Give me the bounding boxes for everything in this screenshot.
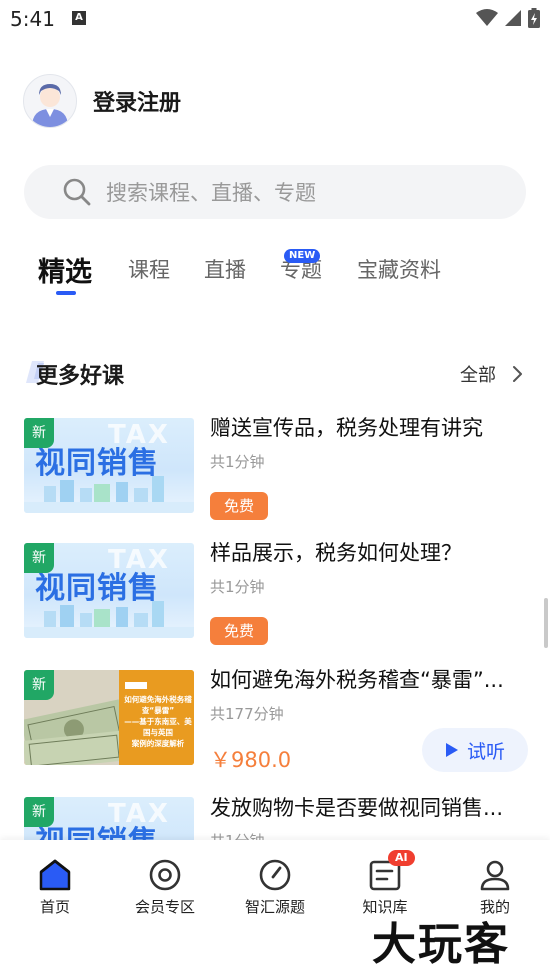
free-badge: 免费 <box>210 492 268 520</box>
thumb-title: 视同销售 <box>35 446 159 481</box>
course-thumbnail[interactable]: 如何避免海外税务稽查“暴雷” ——基于东南亚、美国与英国 案例的深度解析 新 <box>24 670 194 765</box>
tab-vip[interactable]: 会员专区 <box>115 858 215 917</box>
avatar-icon[interactable] <box>23 74 77 128</box>
section-title: 更多好课 <box>36 364 125 389</box>
course-title[interactable]: 赠送宣传品，税务处理有讲究 <box>210 412 528 442</box>
course-item[interactable]: TAX 视同销售 新 赠送宣传品，税务处理有讲究 共1分钟 免费 <box>24 416 528 520</box>
user-icon <box>480 860 510 891</box>
tab-topics[interactable]: 专题 NEW <box>280 249 322 284</box>
course-duration: 共1分钟 <box>210 578 265 596</box>
course-duration: 共1分钟 <box>210 453 265 471</box>
profile-login-row[interactable]: 登录注册 <box>23 74 181 128</box>
chevron-right-icon <box>513 366 522 382</box>
view-all-link[interactable]: 全部 <box>460 361 528 387</box>
notification-icon: A <box>72 11 86 25</box>
new-badge: NEW <box>284 249 321 263</box>
course-item[interactable]: TAX 视同销售 新 样品展示，税务如何处理？ 共1分钟 免费 <box>24 541 528 645</box>
tab-resources[interactable]: 宝藏资料 <box>357 254 441 284</box>
course-duration: 共1分钟 <box>210 830 265 840</box>
view-all-label: 全部 <box>460 365 496 386</box>
free-badge: 免费 <box>210 617 268 645</box>
tab-home[interactable]: 首页 <box>5 858 105 917</box>
signal-icon <box>505 10 521 26</box>
thumb-caption: 如何避免海外税务稽查“暴雷” ——基于东南亚、美国与英国 案例的深度解析 <box>124 694 192 749</box>
course-price: ￥980.0 <box>210 748 292 772</box>
course-duration: 共177分钟 <box>210 705 284 723</box>
course-title[interactable]: 发放购物卡是否要做视同销售... <box>210 797 528 822</box>
compass-icon <box>259 859 291 891</box>
status-bar: 5:41 A <box>0 0 550 38</box>
tab-label: 会员专区 <box>134 898 195 916</box>
tab-active-indicator <box>56 291 76 295</box>
new-tag: 新 <box>24 797 54 827</box>
thumb-caption-line: 如何避免海外税务稽查“暴雷” <box>124 695 192 715</box>
trial-label: 试听 <box>466 740 505 763</box>
search-placeholder: 搜索课程、直播、专题 <box>106 181 316 205</box>
wifi-icon <box>476 9 498 26</box>
course-thumbnail[interactable]: TAX 视同销售 新 <box>24 418 194 513</box>
trial-button[interactable]: 试听 <box>422 728 528 772</box>
section-header: 更多好课 全部 <box>24 355 528 395</box>
vip-target-icon <box>149 859 181 891</box>
course-item[interactable]: TAX 视同销售 新 发放购物卡是否要做视同销售... 共1分钟 <box>24 797 528 840</box>
status-time: 5:41 <box>10 7 55 31</box>
watermark-logo: 大玩客 <box>372 919 510 970</box>
course-thumbnail[interactable]: TAX 视同销售 新 <box>24 543 194 638</box>
course-title[interactable]: 如何避免海外税务稽查“暴雷”... <box>210 664 528 694</box>
tab-questions[interactable]: 智汇源题 <box>225 858 325 917</box>
tab-live[interactable]: 直播 <box>204 254 246 284</box>
tab-label: 智汇源题 <box>244 898 305 916</box>
play-icon <box>445 743 458 757</box>
home-icon <box>39 859 71 891</box>
search-icon <box>63 178 91 206</box>
tab-courses[interactable]: 课程 <box>128 254 170 284</box>
thumb-caption-line: 案例的深度解析 <box>131 739 185 748</box>
new-tag: 新 <box>24 670 54 700</box>
search-bar[interactable]: 搜索课程、直播、专题 <box>24 165 526 219</box>
thumb-caption-line: ——基于东南亚、美国与英国 <box>124 717 192 737</box>
battery-icon <box>528 8 540 28</box>
tab-label: 首页 <box>39 898 70 916</box>
course-title[interactable]: 样品展示，税务如何处理？ <box>210 537 528 567</box>
new-tag: 新 <box>24 543 54 573</box>
login-register-link[interactable]: 登录注册 <box>93 85 181 117</box>
status-icons <box>476 8 540 28</box>
tab-featured[interactable]: 精选 <box>38 250 92 289</box>
new-tag: 新 <box>24 418 54 448</box>
scrollbar[interactable] <box>544 598 548 648</box>
course-thumbnail[interactable]: TAX 视同销售 新 <box>24 797 194 840</box>
ai-badge: AI <box>388 850 415 866</box>
course-item[interactable]: 如何避免海外税务稽查“暴雷” ——基于东南亚、美国与英国 案例的深度解析 新 如… <box>24 668 528 772</box>
thumb-title: 视同销售 <box>35 571 159 606</box>
